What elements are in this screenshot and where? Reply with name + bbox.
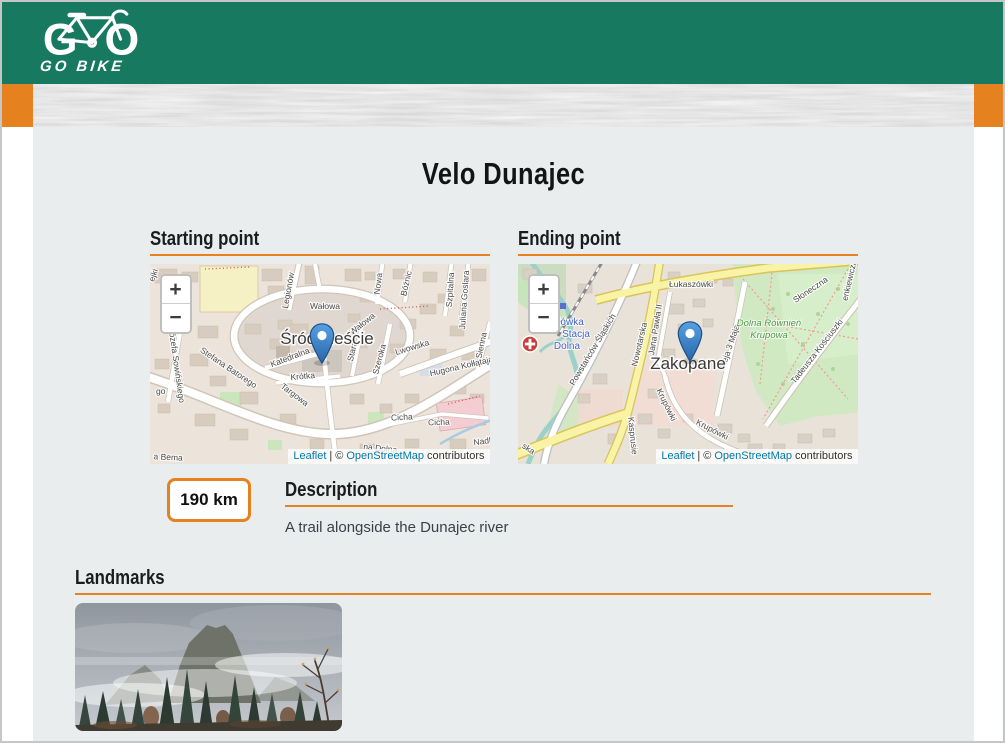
- description-heading: Description: [285, 478, 733, 507]
- landmarks-section: Landmarks: [75, 566, 931, 731]
- station-label: Stacja: [562, 329, 590, 340]
- landmarks-heading-text: Landmarks: [75, 566, 165, 591]
- attribution-suffix: contributors: [795, 450, 852, 462]
- starting-point-heading-text: Starting point: [150, 227, 259, 252]
- copyright-symbol: ©: [703, 450, 711, 462]
- osm-link[interactable]: OpenStreetMap: [714, 450, 792, 462]
- hospital-icon: [522, 336, 538, 352]
- bike-logo-icon: G O: [40, 7, 144, 57]
- brand-name: GO BIKE: [39, 58, 125, 75]
- hero-strip: [2, 84, 1003, 127]
- zoom-out-button[interactable]: −: [162, 304, 190, 332]
- street-label: Cicha: [390, 411, 412, 422]
- leaflet-link[interactable]: Leaflet: [661, 450, 694, 462]
- leaflet-link[interactable]: Leaflet: [293, 450, 326, 462]
- starting-point-heading: Starting point: [150, 227, 490, 256]
- page-title-text: Velo Dunajec: [422, 156, 585, 192]
- zoom-control: + −: [528, 274, 560, 334]
- zoom-control: + −: [160, 274, 192, 334]
- distance-badge: 190 km: [167, 478, 251, 522]
- map-attribution: Leaflet | © OpenStreetMap contributors: [656, 449, 857, 464]
- maps-row: Starting point: [33, 227, 974, 464]
- street-label: Cicha: [427, 417, 449, 428]
- district-label: Łukaszówki: [669, 279, 713, 289]
- osm-link[interactable]: OpenStreetMap: [346, 450, 424, 462]
- street-label: go: [156, 386, 166, 396]
- attribution-separator: |: [329, 450, 332, 462]
- ending-point-section: Ending point: [518, 227, 858, 464]
- zoom-in-button[interactable]: +: [530, 276, 558, 304]
- park-label: Krupowa: [750, 330, 788, 341]
- description-section: Description A trail alongside the Dunaje…: [285, 478, 733, 536]
- ending-point-heading-text: Ending point: [518, 227, 621, 252]
- attribution-separator: |: [697, 450, 700, 462]
- landmark-photo: [75, 603, 342, 731]
- end-point-map[interactable]: Łukaszówki Powstańców Śląskich Nowotarsk…: [518, 264, 858, 464]
- attribution-suffix: contributors: [427, 450, 484, 462]
- zoom-in-button[interactable]: +: [162, 276, 190, 304]
- description-heading-text: Description: [285, 478, 377, 503]
- station-label: Dolna: [553, 341, 580, 352]
- copyright-symbol: ©: [335, 450, 343, 462]
- street-label: a Bema: [153, 451, 183, 463]
- landmarks-heading: Landmarks: [75, 566, 931, 595]
- hero-texture-image: [33, 84, 974, 127]
- page-title: Velo Dunajec: [33, 127, 974, 193]
- brand-logo[interactable]: G O GO BIKE: [40, 7, 144, 76]
- start-point-map[interactable]: Wałowa Legionów Nowa Bóżnic Szpitalna Ju…: [150, 264, 490, 464]
- description-text: A trail alongside the Dunajec river: [285, 519, 733, 536]
- main-content: Velo Dunajec Starting point: [33, 127, 974, 741]
- ending-point-heading: Ending point: [518, 227, 858, 256]
- park-label: Dolna Równień: [736, 318, 800, 329]
- street-label: Nadb: [472, 435, 489, 448]
- station-label: łówka: [558, 317, 584, 328]
- zoom-out-button[interactable]: −: [530, 304, 558, 332]
- map-attribution: Leaflet | © OpenStreetMap contributors: [288, 449, 489, 464]
- top-header: G O GO BIKE: [2, 2, 1003, 84]
- page: G O GO BIKE: [0, 0, 1005, 743]
- starting-point-section: Starting point: [150, 227, 490, 464]
- street-label: Wałowa: [310, 301, 340, 311]
- meta-row: 190 km Description A trail alongside the…: [167, 478, 974, 536]
